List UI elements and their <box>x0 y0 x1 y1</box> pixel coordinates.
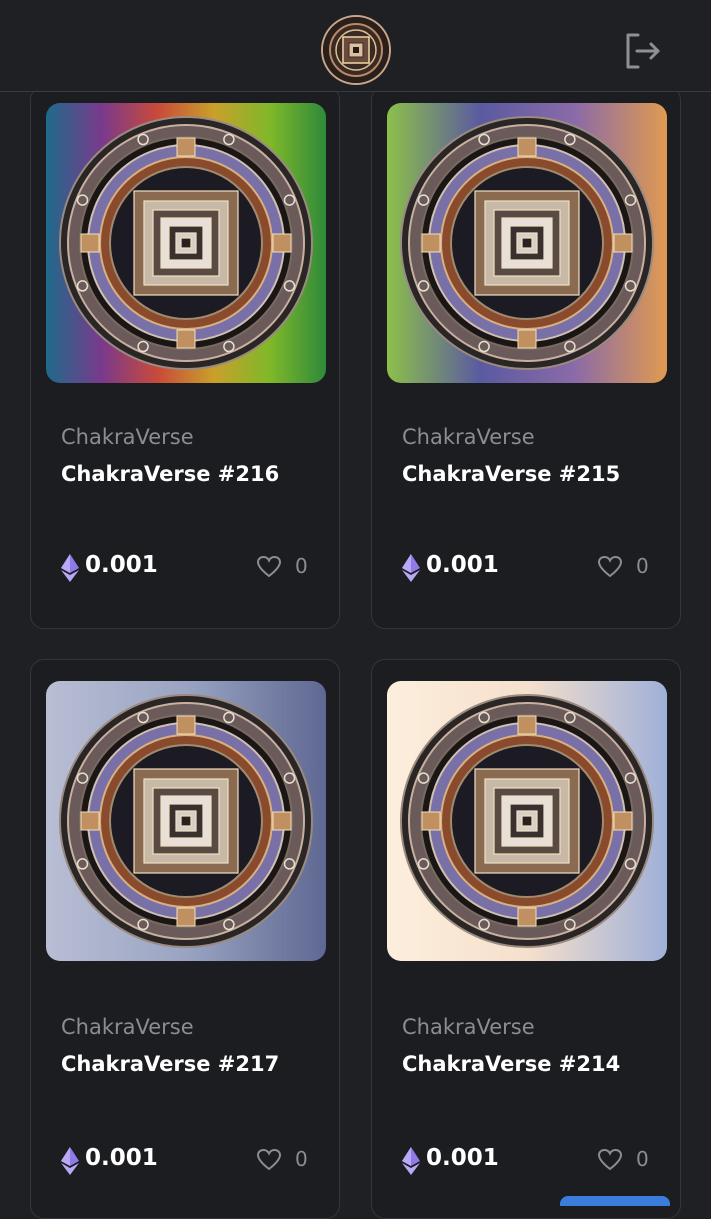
heart-icon[interactable] <box>256 1147 282 1173</box>
nft-image[interactable] <box>387 681 667 961</box>
heart-icon[interactable] <box>256 554 282 580</box>
collection-name[interactable]: ChakraVerse <box>61 425 194 449</box>
price-row: 0.001 0 <box>402 552 652 582</box>
collection-name[interactable]: ChakraVerse <box>402 425 535 449</box>
collection-name[interactable]: ChakraVerse <box>61 1015 194 1039</box>
price-row: 0.001 0 <box>402 1145 652 1175</box>
top-bar <box>0 0 711 92</box>
nft-card[interactable]: ChakraVerse ChakraVerse #214 0.001 0 <box>371 659 681 1219</box>
nft-card[interactable]: ChakraVerse ChakraVerse #215 0.001 0 <box>371 86 681 629</box>
heart-icon[interactable] <box>597 554 623 580</box>
price-value: 0.001 <box>85 1145 158 1171</box>
ethereum-icon <box>61 1147 79 1175</box>
like-count: 0 <box>636 1147 649 1171</box>
heart-icon[interactable] <box>597 1147 623 1173</box>
nft-card[interactable]: ChakraVerse ChakraVerse #217 0.001 0 <box>30 659 340 1219</box>
ethereum-icon <box>402 1147 420 1175</box>
logout-icon[interactable] <box>620 29 664 73</box>
price-row: 0.001 0 <box>61 1145 311 1175</box>
collection-name[interactable]: ChakraVerse <box>402 1015 535 1039</box>
price-row: 0.001 0 <box>61 552 311 582</box>
nft-image[interactable] <box>46 103 326 383</box>
ethereum-icon <box>61 554 79 582</box>
nft-title[interactable]: ChakraVerse #217 <box>61 1052 279 1076</box>
like-count: 0 <box>295 554 308 578</box>
price-value: 0.001 <box>426 552 499 578</box>
mandala-avatar-icon[interactable] <box>323 17 389 83</box>
like-count: 0 <box>295 1147 308 1171</box>
nft-title[interactable]: ChakraVerse #215 <box>402 462 620 486</box>
nft-image[interactable] <box>387 103 667 383</box>
price-value: 0.001 <box>85 552 158 578</box>
floating-action-tab[interactable] <box>560 1196 670 1206</box>
nft-title[interactable]: ChakraVerse #216 <box>61 462 279 486</box>
nft-image[interactable] <box>46 681 326 961</box>
price-value: 0.001 <box>426 1145 499 1171</box>
like-count: 0 <box>636 554 649 578</box>
ethereum-icon <box>402 554 420 582</box>
nft-card[interactable]: ChakraVerse ChakraVerse #216 0.001 0 <box>30 86 340 629</box>
nft-title[interactable]: ChakraVerse #214 <box>402 1052 620 1076</box>
